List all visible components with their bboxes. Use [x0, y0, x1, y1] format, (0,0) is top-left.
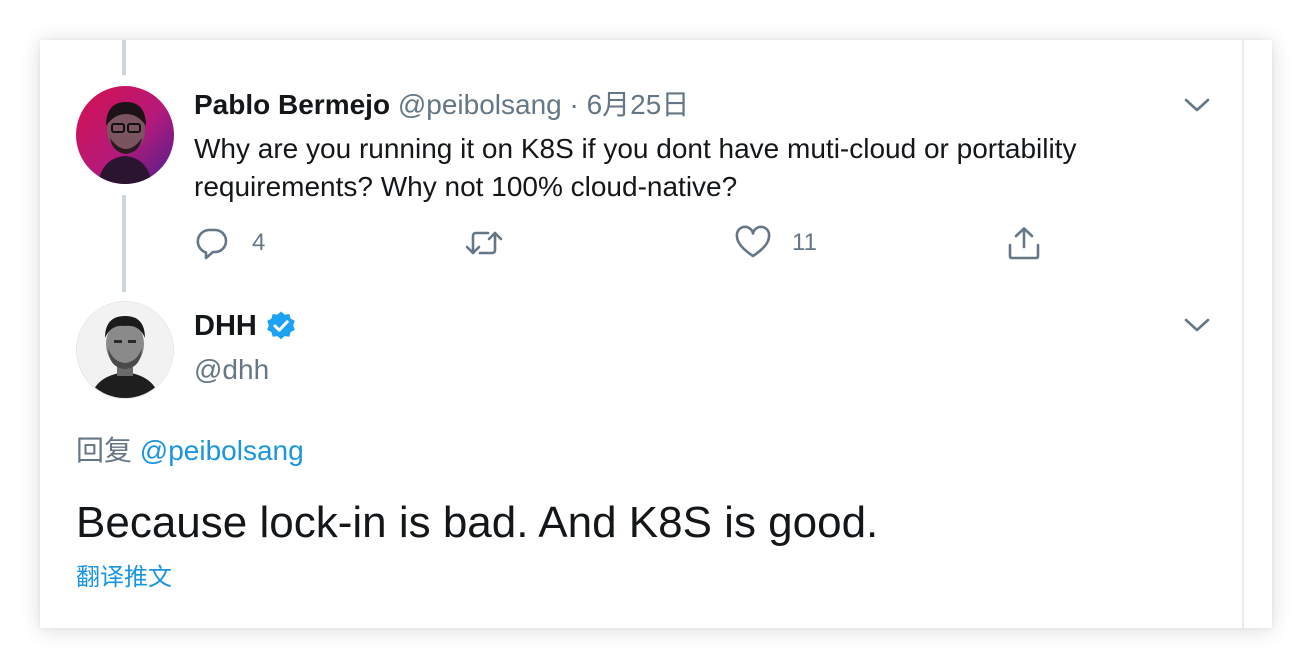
like-icon: [735, 225, 771, 258]
author-handle[interactable]: @dhh: [194, 352, 269, 388]
tweet-text: Because lock-in is bad. And K8S is good.: [76, 498, 879, 547]
author-name[interactable]: Pablo Bermejo: [194, 89, 390, 120]
share-button[interactable]: [1006, 223, 1042, 263]
reply-button[interactable]: 4: [194, 223, 265, 263]
author-handle[interactable]: @peibolsang: [398, 89, 562, 120]
chevron-down-icon[interactable]: [1183, 96, 1211, 114]
verified-badge-icon: [267, 311, 295, 340]
header-separator: ·: [569, 89, 579, 120]
thread-line: [122, 195, 126, 292]
tweet-header: Pablo Bermejo @peibolsang · 6月25日: [194, 88, 689, 122]
like-button[interactable]: 11: [734, 223, 817, 263]
avatar-pablo[interactable]: [76, 86, 174, 184]
reply-prefix: 回复: [76, 435, 133, 466]
author-name[interactable]: DHH: [194, 308, 257, 344]
thread-line: [122, 40, 126, 75]
tweet-thread-card: Pablo Bermejo @peibolsang · 6月25日 Why ar…: [40, 40, 1272, 628]
reply-mention-link[interactable]: @peibolsang: [140, 435, 304, 466]
retweet-icon: [465, 231, 503, 255]
reply-icon: [196, 228, 228, 260]
translate-tweet-link[interactable]: 翻译推文: [76, 562, 172, 594]
reply-count: 4: [252, 229, 266, 256]
replying-to: 回复 @peibolsang: [76, 433, 304, 469]
author-name-row: DHH: [194, 308, 297, 344]
like-count: 11: [792, 229, 817, 256]
previous-tweet-actions-cropped: [40, 40, 1272, 44]
card-border: [1242, 40, 1244, 628]
share-icon: [1008, 227, 1040, 260]
avatar-dhh[interactable]: [76, 301, 174, 399]
tweet-date[interactable]: 6月25日: [587, 89, 690, 120]
chevron-down-icon[interactable]: [1183, 316, 1211, 334]
tweet-text: Why are you running it on K8S if you don…: [194, 133, 1077, 202]
retweet-button[interactable]: [464, 223, 504, 263]
